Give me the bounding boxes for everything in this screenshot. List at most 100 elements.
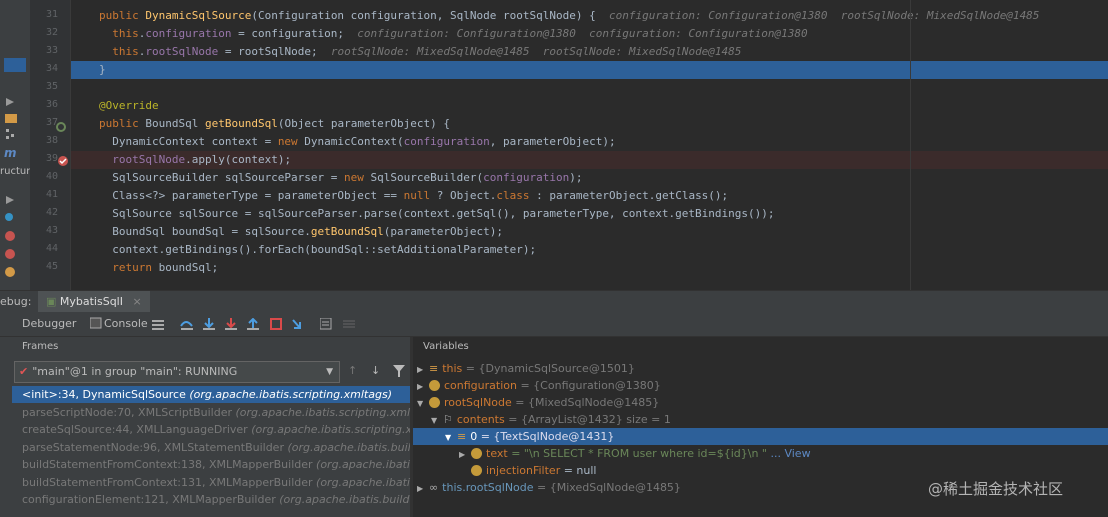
code-line[interactable]: this.configuration = configuration; conf…: [99, 25, 807, 43]
code-text: this.configuration = configuration;: [112, 27, 345, 40]
line-number[interactable]: 42: [36, 207, 58, 218]
run-to-cursor-icon[interactable]: [292, 318, 304, 330]
line-number[interactable]: 39: [36, 153, 58, 164]
tab-console[interactable]: Console: [104, 312, 148, 336]
code-line[interactable]: }: [99, 61, 106, 79]
collapse-icon[interactable]: ▼: [431, 412, 441, 429]
method-icon-2[interactable]: [4, 248, 18, 260]
line-number[interactable]: 43: [36, 225, 58, 236]
code-line[interactable]: rootSqlNode.apply(context);: [99, 151, 291, 169]
frame-method: configurationElement:121, XMLMapperBuild…: [22, 493, 276, 506]
line-number[interactable]: 40: [36, 171, 58, 182]
collapse-icon[interactable]: ▼: [445, 429, 455, 446]
structure-tab-label[interactable]: ructur: [0, 166, 30, 177]
line-number[interactable]: 33: [36, 45, 58, 56]
frame-item[interactable]: <init>:34, DynamicSqlSource (org.apache.…: [12, 386, 410, 403]
frame-item[interactable]: parseStatementNode:96, XMLStatementBuild…: [22, 439, 410, 456]
var-row-item-0[interactable]: ▼ ≡ 0 = {TextSqlNode@1431}: [445, 428, 614, 445]
code-line[interactable]: context.getBindings().forEach(boundSql::…: [99, 241, 536, 259]
var-row-this-rootsqlnode[interactable]: ▶ ∞ this.rootSqlNode = {MixedSqlNode@1485}: [417, 479, 681, 496]
debug-session-tab[interactable]: ▣ MybatisSqlI ×: [38, 291, 150, 313]
frame-item[interactable]: buildStatementFromContext:131, XMLMapper…: [22, 474, 410, 491]
evaluate-icon[interactable]: [319, 317, 332, 330]
code-line[interactable]: public BoundSql getBoundSql(Object param…: [99, 115, 450, 133]
frame-package: (org.apache.ibatis.scripting.xmltags): [189, 388, 392, 401]
console-icon: [89, 317, 102, 329]
step-out-icon[interactable]: [247, 317, 259, 330]
trace-icon[interactable]: [343, 318, 355, 330]
line-number[interactable]: 35: [36, 81, 58, 92]
code-line[interactable]: DynamicContext context = new DynamicCont…: [99, 133, 615, 151]
step-into-icon[interactable]: [203, 318, 215, 330]
var-row-rootsqlnode[interactable]: ▼ rootSqlNode = {MixedSqlNode@1485}: [417, 394, 659, 411]
frame-method: parseStatementNode:96, XMLStatementBuild…: [22, 440, 284, 454]
code-line[interactable]: return boundSql;: [99, 259, 218, 277]
view-link[interactable]: ... View: [770, 447, 810, 460]
menu-icon[interactable]: [152, 318, 164, 330]
expand-icon[interactable]: ▶: [417, 361, 427, 378]
project-tab-icon[interactable]: [4, 58, 26, 72]
frame-item[interactable]: createSqlSource:44, XMLLanguageDriver (o…: [22, 421, 410, 438]
tree-icon[interactable]: [4, 128, 18, 140]
folder-icon[interactable]: [4, 112, 18, 124]
line-number[interactable]: 44: [36, 243, 58, 254]
var-row-contents[interactable]: ▼ ⚐ contents = {ArrayList@1432} size = 1: [431, 411, 671, 428]
var-row-text[interactable]: ▶ text = "\n SELECT * FROM user where id=…: [459, 445, 811, 462]
line-number[interactable]: 41: [36, 189, 58, 200]
expand-icon[interactable]: ▶: [417, 480, 427, 497]
code-text: public BoundSql getBoundSql(Object param…: [99, 117, 451, 130]
field-icon[interactable]: [4, 266, 18, 278]
list-icon: ≡: [429, 362, 439, 375]
frame-method: buildStatementFromContext:138, XMLMapper…: [22, 458, 313, 471]
arrow-icon[interactable]: [4, 194, 18, 206]
code-text: rootSqlNode.apply(context);: [112, 153, 292, 166]
debug-label: ebug:: [0, 295, 32, 308]
expand-icon[interactable]: ▶: [459, 446, 469, 463]
line-number[interactable]: 31: [36, 9, 58, 20]
frame-up-icon[interactable]: ↑: [348, 364, 357, 377]
code-line[interactable]: @Override: [99, 97, 159, 115]
var-row-this[interactable]: ▶ ≡ this = {DynamicSqlSource@1501}: [417, 360, 635, 377]
var-row-injectionfilter[interactable]: injectionFilter = null: [469, 462, 597, 479]
frame-item[interactable]: configurationElement:121, XMLMapperBuild…: [22, 491, 410, 508]
search-class-icon[interactable]: [4, 212, 18, 224]
code-line[interactable]: Class<?> parameterType = parameterObject…: [99, 187, 728, 205]
frame-item[interactable]: buildStatementFromContext:138, XMLMapper…: [22, 456, 410, 473]
frame-package: (org.apache.ibatis.scripting.xmltags): [251, 423, 410, 436]
code-line[interactable]: SqlSource sqlSource = sqlSourceParser.pa…: [99, 205, 774, 223]
close-icon[interactable]: ×: [132, 295, 141, 308]
right-margin-guide: [910, 0, 911, 290]
code-line[interactable]: this.rootSqlNode = rootSqlNode; rootSqlN…: [99, 43, 741, 61]
force-step-into-icon[interactable]: [225, 318, 237, 330]
code-editor[interactable]: public DynamicSqlSource(Configuration co…: [71, 0, 1108, 290]
code-text: return boundSql;: [112, 261, 219, 274]
frames-panel: Frames ✔ "main"@1 in group "main": RUNNIN…: [0, 337, 410, 517]
line-number[interactable]: 36: [36, 99, 58, 110]
code-text: }: [99, 63, 106, 76]
var-row-configuration[interactable]: ▶ configuration = {Configuration@1380}: [417, 377, 661, 394]
frame-method: <init>:34, DynamicSqlSource: [22, 388, 186, 401]
expand-icon[interactable]: ▶: [417, 378, 427, 395]
frame-down-icon[interactable]: ↓: [371, 364, 380, 377]
thread-select[interactable]: ✔ "main"@1 in group "main": RUNNING ▼: [14, 361, 340, 383]
frame-item[interactable]: parseScriptNode:70, XMLScriptBuilder (or…: [22, 404, 410, 421]
frame-package: (org.apache.ibatis.builder.xml): [316, 458, 410, 471]
line-number[interactable]: 45: [36, 261, 58, 272]
code-line[interactable]: SqlSourceBuilder sqlSourceParser = new S…: [99, 169, 582, 187]
line-number[interactable]: 38: [36, 135, 58, 146]
breakpoint-icon[interactable]: [57, 155, 69, 170]
step-over-icon[interactable]: [180, 318, 193, 330]
line-number[interactable]: 37: [36, 117, 58, 128]
code-line[interactable]: BoundSql boundSql = sqlSource.getBoundSq…: [99, 223, 503, 241]
frame-package: (org.apache.ibatis.builder.xml): [316, 475, 410, 489]
m-file-icon[interactable]: m: [4, 146, 18, 160]
filter-icon[interactable]: [393, 365, 405, 380]
arrow-right-icon[interactable]: [4, 96, 18, 108]
line-number[interactable]: 32: [36, 27, 58, 38]
method-icon[interactable]: [4, 230, 18, 242]
drop-frame-icon[interactable]: [270, 318, 282, 330]
tab-debugger[interactable]: Debugger: [22, 312, 76, 336]
collapse-icon[interactable]: ▼: [417, 395, 427, 412]
code-line[interactable]: public DynamicSqlSource(Configuration co…: [99, 7, 1039, 25]
line-number[interactable]: 34: [36, 63, 58, 74]
